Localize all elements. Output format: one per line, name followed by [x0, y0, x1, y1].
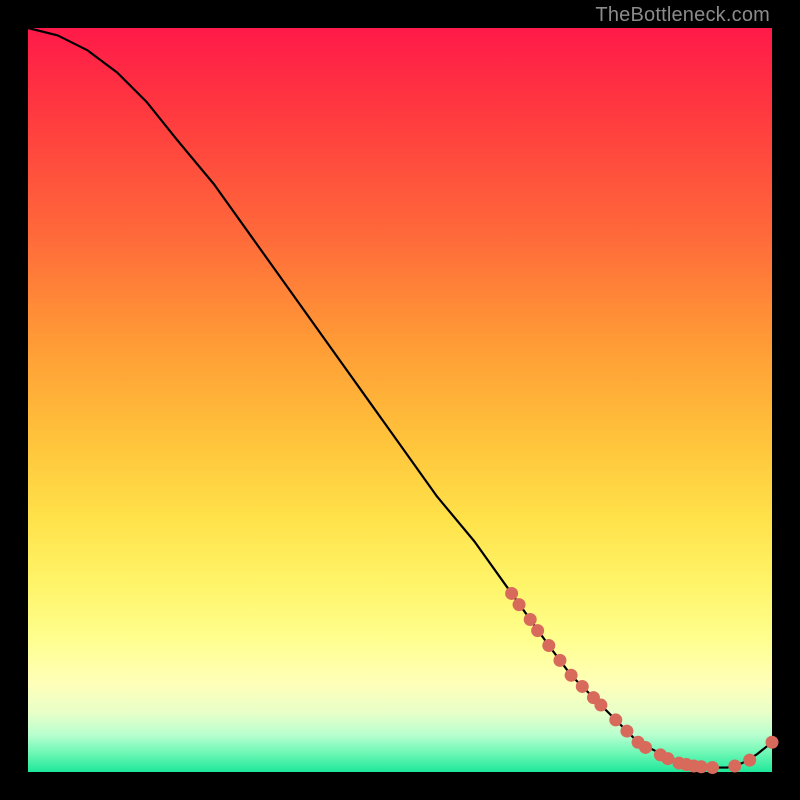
chart-stage: TheBottleneck.com	[0, 0, 800, 800]
highlighted-marker	[513, 598, 526, 611]
highlighted-marker	[766, 736, 779, 749]
highlighted-marker	[594, 699, 607, 712]
highlighted-marker	[706, 761, 719, 774]
highlighted-marker	[542, 639, 555, 652]
highlighted-marker	[639, 741, 652, 754]
highlighted-marker	[661, 752, 674, 765]
highlighted-marker	[505, 587, 518, 600]
bottleneck-curve	[28, 28, 772, 768]
plot-area	[28, 28, 772, 772]
watermark-text: TheBottleneck.com	[595, 4, 770, 27]
highlighted-marker	[553, 654, 566, 667]
highlighted-marker	[743, 754, 756, 767]
chart-overlay-svg	[28, 28, 772, 772]
highlighted-marker-group	[505, 587, 778, 774]
highlighted-marker	[620, 725, 633, 738]
highlighted-marker	[565, 669, 578, 682]
highlighted-marker	[728, 760, 741, 773]
highlighted-marker	[531, 624, 544, 637]
highlighted-marker	[524, 613, 537, 626]
highlighted-marker	[695, 760, 708, 773]
highlighted-marker	[576, 680, 589, 693]
highlighted-marker	[609, 713, 622, 726]
